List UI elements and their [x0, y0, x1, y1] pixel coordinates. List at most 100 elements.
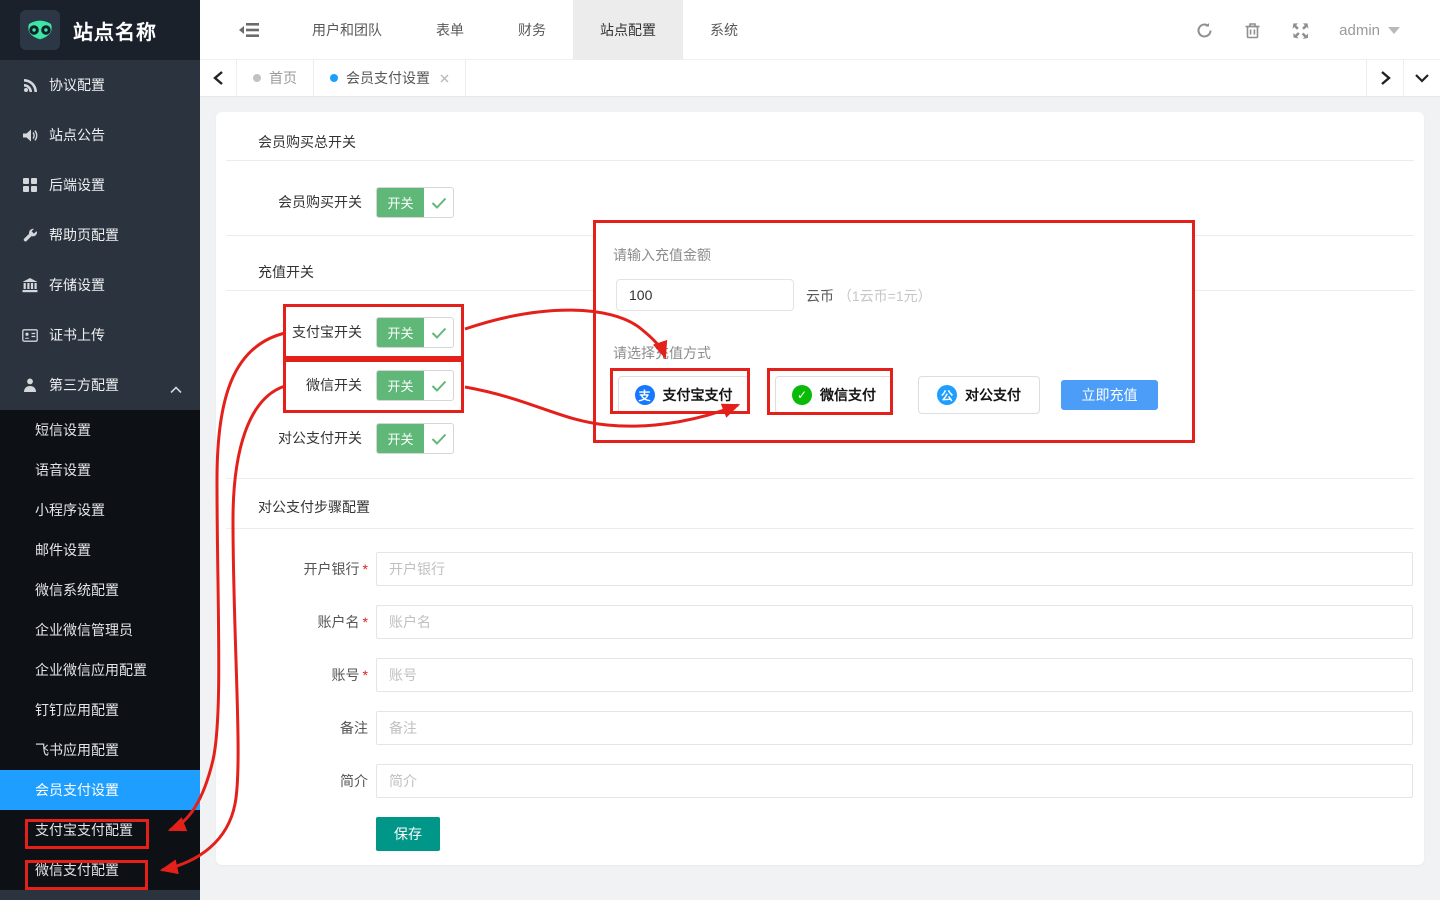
sidebar-item-storage-settings[interactable]: 存储设置 — [0, 260, 200, 310]
sidebar-item-label: 存储设置 — [49, 275, 105, 295]
sidebar-subitem-miniprogram-settings[interactable]: 小程序设置 — [0, 490, 200, 530]
top-navigation: 用户和团队 表单 财务 站点配置 系统 — [285, 0, 765, 60]
header-actions: admin — [1195, 0, 1400, 60]
toggle-on-segment: 开关 — [377, 424, 424, 453]
section-title-member-purchase: 会员购买总开关 — [258, 132, 356, 152]
wechat-switch-label: 微信开关 — [216, 370, 362, 401]
bank-icon — [22, 277, 38, 293]
menu-fold-icon[interactable] — [238, 20, 266, 42]
save-button[interactable]: 保存 — [376, 817, 440, 851]
user-icon — [22, 377, 38, 393]
tab-member-payment-settings[interactable]: 会员支付设置 — [314, 60, 466, 96]
alipay-toggle[interactable]: 开关 — [376, 317, 454, 348]
user-menu[interactable]: admin — [1339, 22, 1400, 39]
account-number-field-label: 账号* — [216, 658, 368, 692]
pay-button-label: 对公支付 — [965, 385, 1021, 405]
chevron-right-icon[interactable] — [1366, 60, 1403, 96]
nav-users-teams[interactable]: 用户和团队 — [285, 0, 409, 60]
nav-forms[interactable]: 表单 — [409, 0, 491, 60]
sidebar-item-label: 后端设置 — [49, 175, 105, 195]
alipay-pay-button[interactable]: 支 支付宝支付 — [618, 376, 749, 414]
check-icon — [424, 188, 453, 217]
sidebar-subitem-member-payment-settings[interactable]: 会员支付设置 — [0, 770, 200, 810]
sidebar-item-certificate-upload[interactable]: 证书上传 — [0, 310, 200, 360]
bank-field-label: 开户银行* — [216, 552, 368, 586]
nav-system[interactable]: 系统 — [683, 0, 765, 60]
alipay-switch-label: 支付宝开关 — [216, 317, 362, 348]
sidebar-subitem-dingtalk-app-config[interactable]: 钉钉应用配置 — [0, 690, 200, 730]
recharge-panel: 请输入充值金额 云币 （1云币=1元） 请选择充值方式 支 支付宝支付 ✓ 微信… — [593, 220, 1195, 443]
sidebar-item-protocol-config[interactable]: 协议配置 — [0, 60, 200, 110]
pay-button-label: 支付宝支付 — [663, 385, 733, 405]
sidebar-subitem-wecom-app-config[interactable]: 企业微信应用配置 — [0, 650, 200, 690]
sidebar-item-label: 协议配置 — [49, 75, 105, 95]
alipay-icon: 支 — [635, 385, 655, 405]
corporate-pay-icon: 公 — [937, 385, 957, 405]
sidebar-subitem-sms-settings[interactable]: 短信设置 — [0, 410, 200, 450]
intro-input[interactable] — [376, 764, 1413, 798]
wechat-toggle[interactable]: 开关 — [376, 370, 454, 401]
remark-field-label: 备注 — [216, 711, 368, 745]
amount-input[interactable] — [616, 279, 794, 311]
sidebar-subitem-alipay-payment-config[interactable]: 支付宝支付配置 — [0, 810, 200, 850]
method-label: 请选择充值方式 — [613, 343, 711, 363]
nav-finance[interactable]: 财务 — [491, 0, 573, 60]
remark-input[interactable] — [376, 711, 1413, 745]
account-name-field-label: 账户名* — [216, 605, 368, 639]
announcement-icon — [22, 127, 38, 143]
check-icon — [424, 424, 453, 453]
currency-note: （1云币=1元） — [838, 288, 932, 304]
refresh-icon[interactable] — [1195, 21, 1213, 39]
nav-site-config[interactable]: 站点配置 — [573, 0, 683, 60]
header: 站点名称 用户和团队 表单 财务 站点配置 系统 — [0, 0, 1440, 60]
sidebar-subitem-feishu-app-config[interactable]: 飞书应用配置 — [0, 730, 200, 770]
chevron-down-icon[interactable] — [1403, 60, 1440, 96]
sidebar-subitem-wechat-system-config[interactable]: 微信系统配置 — [0, 570, 200, 610]
certificate-icon — [22, 327, 38, 343]
fullscreen-icon[interactable] — [1291, 21, 1309, 39]
user-name: admin — [1339, 22, 1380, 39]
sidebar-subitem-mail-settings[interactable]: 邮件设置 — [0, 530, 200, 570]
section-title-recharge-switch: 充值开关 — [258, 262, 314, 282]
bank-input[interactable] — [376, 552, 1413, 586]
sidebar-item-backend-settings[interactable]: 后端设置 — [0, 160, 200, 210]
member-purchase-switch-label: 会员购买开关 — [216, 187, 362, 218]
toggle-on-segment: 开关 — [377, 318, 424, 347]
account-name-input[interactable] — [376, 605, 1413, 639]
currency-name: 云币 — [806, 288, 834, 304]
wrench-icon — [22, 227, 38, 243]
tab-home[interactable]: 首页 — [237, 60, 314, 96]
member-purchase-toggle[interactable]: 开关 — [376, 187, 454, 218]
corporate-pay-button[interactable]: 公 对公支付 — [918, 376, 1040, 414]
check-icon — [424, 371, 453, 400]
tab-label: 会员支付设置 — [346, 68, 430, 88]
third-party-submenu: 短信设置 语音设置 小程序设置 邮件设置 微信系统配置 企业微信管理员 企业微信… — [0, 410, 200, 890]
divider — [226, 528, 1414, 529]
currency-hint: 云币 （1云币=1元） — [806, 286, 932, 306]
sidebar-item-site-announcement[interactable]: 站点公告 — [0, 110, 200, 160]
wechat-pay-button[interactable]: ✓ 微信支付 — [775, 376, 893, 414]
sidebar-subitem-voice-settings[interactable]: 语音设置 — [0, 450, 200, 490]
wechat-pay-icon: ✓ — [792, 385, 812, 405]
close-icon[interactable] — [440, 74, 449, 83]
amount-label: 请输入充值金额 — [613, 245, 711, 265]
tab-dot — [253, 74, 261, 82]
recharge-now-button[interactable]: 立即充值 — [1061, 380, 1158, 410]
sidebar-item-label: 第三方配置 — [49, 375, 119, 395]
intro-field-label: 简介 — [216, 764, 368, 798]
sidebar-subitem-wechat-payment-config[interactable]: 微信支付配置 — [0, 850, 200, 890]
chevron-left-icon[interactable] — [200, 60, 237, 96]
sidebar-subitem-wecom-admin[interactable]: 企业微信管理员 — [0, 610, 200, 650]
brand: 站点名称 — [0, 0, 200, 60]
sidebar-item-help-page-config[interactable]: 帮助页配置 — [0, 210, 200, 260]
required-marker: * — [363, 561, 368, 577]
trash-icon[interactable] — [1243, 21, 1261, 39]
toggle-on-segment: 开关 — [377, 188, 424, 217]
tab-bar: 首页 会员支付设置 — [200, 60, 1440, 97]
corporate-switch-label: 对公支付开关 — [216, 423, 362, 454]
caret-down-icon — [1388, 27, 1400, 34]
corporate-toggle[interactable]: 开关 — [376, 423, 454, 454]
account-number-input[interactable] — [376, 658, 1413, 692]
sidebar-item-third-party-config[interactable]: 第三方配置 — [0, 360, 200, 410]
divider — [226, 160, 1414, 161]
